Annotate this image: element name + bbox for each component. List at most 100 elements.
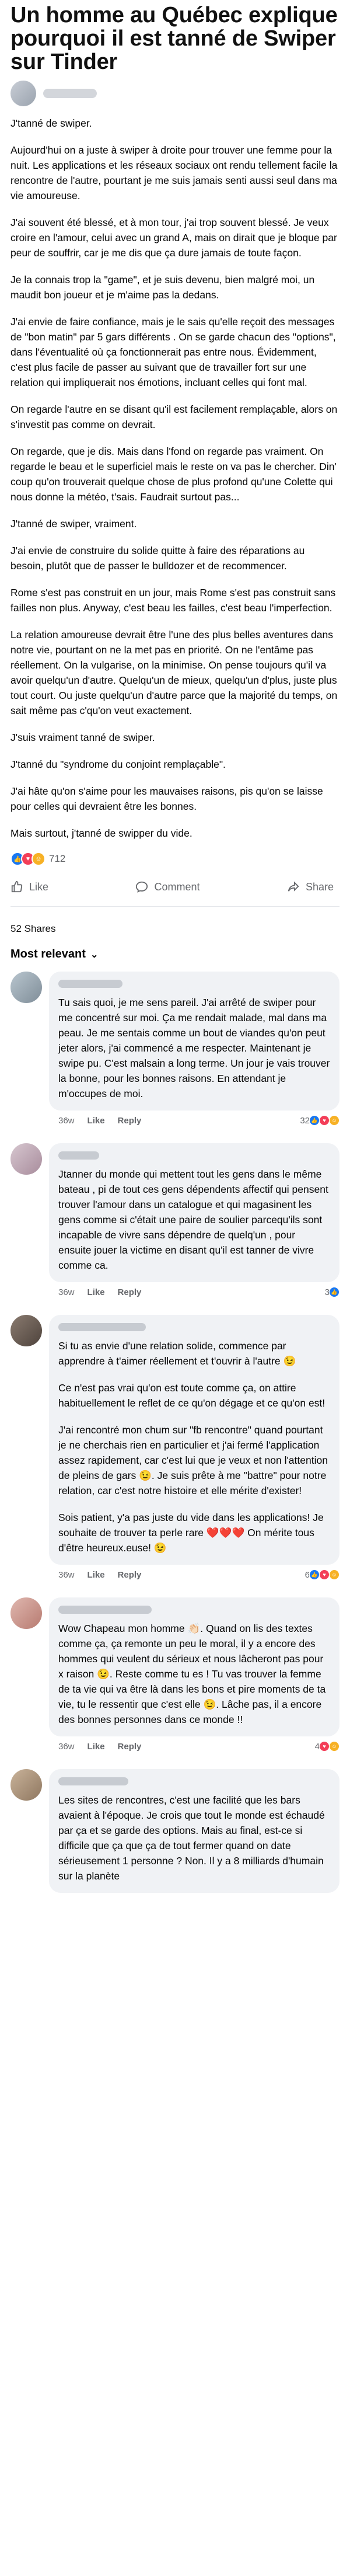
post-body: J'tanné de swiper. Aujourd'hui on a just… bbox=[10, 116, 340, 841]
commenter-avatar[interactable] bbox=[10, 1143, 42, 1175]
comment-bubble: Les sites de rencontres, c'est une facil… bbox=[49, 1769, 340, 1893]
comment-sort-dropdown[interactable]: Most relevant ⌄ bbox=[0, 948, 350, 961]
comment-bubble: Wow Chapeau mon homme 👏🏻. Quand on lis d… bbox=[49, 1597, 340, 1736]
post-paragraph: J'suis vraiment tanné de swiper. bbox=[10, 732, 155, 743]
comment-item: Tu sais quoi, je me sens pareil. J'ai ar… bbox=[10, 972, 340, 1126]
comment-text: Jtanner du monde qui mettent tout les ge… bbox=[58, 1167, 330, 1273]
commenter-avatar[interactable] bbox=[10, 1769, 42, 1801]
comments-list: Tu sais quoi, je me sens pareil. J'ai ar… bbox=[0, 972, 350, 1893]
comment-bubble: Si tu as envie d'une relation solide, co… bbox=[49, 1315, 340, 1565]
chevron-down-icon: ⌄ bbox=[90, 949, 99, 960]
haha-reaction-icon: ☺ bbox=[32, 852, 46, 866]
shares-count[interactable]: 52 Shares bbox=[0, 923, 350, 935]
comment-paragraph: J'ai rencontré mon chum sur "fb rencontr… bbox=[58, 1424, 328, 1496]
post-paragraph: On regarde, que je dis. Mais dans l'fond… bbox=[10, 445, 337, 503]
comment-age: 36w bbox=[58, 1115, 75, 1126]
comment-reply-button[interactable]: Reply bbox=[118, 1570, 142, 1580]
comment-item: Si tu as envie d'une relation solide, co… bbox=[10, 1315, 340, 1580]
comment-reply-button[interactable]: Reply bbox=[118, 1742, 142, 1752]
post-paragraph: On regarde l'autre en se disant qu'il es… bbox=[10, 403, 338, 430]
comment-age: 36w bbox=[58, 1741, 75, 1752]
comment-age: 36w bbox=[58, 1569, 75, 1580]
haha-reaction-icon: ☺ bbox=[329, 1741, 340, 1752]
comment-reactions[interactable]: 32 👍 ♥ ☺ bbox=[300, 1115, 340, 1126]
comment-reactions[interactable]: 3 👍 bbox=[325, 1287, 340, 1297]
like-reaction-icon: 👍 bbox=[329, 1287, 340, 1297]
commenter-avatar[interactable] bbox=[10, 972, 42, 1003]
commenter-name-redacted[interactable] bbox=[58, 980, 123, 988]
comment-button[interactable]: Comment bbox=[135, 880, 200, 893]
comment-meta: 36w Like Reply 3 👍 bbox=[49, 1287, 340, 1297]
post-paragraph: J'ai souvent été blessé, et à mon tour, … bbox=[10, 217, 337, 259]
comment-text: Wow Chapeau mon homme 👏🏻. Quand on lis d… bbox=[58, 1621, 330, 1727]
like-reaction-icon: 👍 bbox=[309, 1569, 320, 1580]
comment-reply-button[interactable]: Reply bbox=[118, 1287, 142, 1297]
comment-like-button[interactable]: Like bbox=[88, 1570, 105, 1580]
post-paragraph: J'tanné de swiper. bbox=[10, 117, 92, 129]
post-paragraph: Mais surtout, j'tanné de swipper du vide… bbox=[10, 827, 192, 839]
commenter-name-redacted[interactable] bbox=[58, 1606, 152, 1614]
page: Un homme au Québec explique pourquoi il … bbox=[0, 0, 350, 2576]
post-paragraph: J'ai envie de construire du solide quitt… bbox=[10, 545, 305, 572]
comment-like-button[interactable]: Like bbox=[88, 1116, 105, 1126]
comment-paragraph: Ce n'est pas vrai qu'on est toute comme … bbox=[58, 1382, 326, 1409]
post-paragraph: Aujourd'hui on a juste à swiper à droite… bbox=[10, 144, 338, 201]
commenter-name-redacted[interactable] bbox=[58, 1323, 146, 1331]
comment-age: 36w bbox=[58, 1287, 75, 1297]
commenter-name-redacted[interactable] bbox=[58, 1777, 128, 1785]
sort-label: Most relevant bbox=[10, 948, 86, 960]
comment-text: Si tu as envie d'une relation solide, co… bbox=[58, 1338, 330, 1555]
post-paragraph: Je la connais trop la "game", et je suis… bbox=[10, 274, 315, 301]
author-name-redacted[interactable] bbox=[43, 89, 97, 98]
comment-paragraph: Si tu as envie d'une relation solide, co… bbox=[58, 1340, 296, 1367]
post-paragraph: J'tanné du "syndrome du conjoint remplaç… bbox=[10, 758, 226, 770]
comment-like-button[interactable]: Like bbox=[88, 1287, 105, 1297]
comment-meta: 36w Like Reply 6 👍 ♥ ☺ bbox=[49, 1569, 340, 1580]
post-paragraph: J'tanné de swiper, vraiment. bbox=[10, 518, 137, 530]
comment-reactions[interactable]: 6 👍 ♥ ☺ bbox=[305, 1569, 340, 1580]
post-paragraph: Rome s'est pas construit en un jour, mai… bbox=[10, 587, 336, 614]
like-icon bbox=[11, 880, 23, 893]
comment-reaction-count: 32 bbox=[300, 1115, 310, 1126]
comment-item: Wow Chapeau mon homme 👏🏻. Quand on lis d… bbox=[10, 1597, 340, 1752]
divider bbox=[10, 906, 340, 907]
commenter-name-redacted[interactable] bbox=[58, 1151, 99, 1160]
author-avatar[interactable] bbox=[10, 81, 36, 106]
comment-item: Les sites de rencontres, c'est une facil… bbox=[10, 1769, 340, 1893]
comment-text: Les sites de rencontres, c'est une facil… bbox=[58, 1792, 330, 1884]
love-reaction-icon: ♥ bbox=[319, 1741, 330, 1752]
comment-bubble: Tu sais quoi, je me sens pareil. J'ai ar… bbox=[49, 972, 340, 1111]
comment-paragraph: Sois patient, y'a pas juste du vide dans… bbox=[58, 1512, 324, 1554]
comment-reply-button[interactable]: Reply bbox=[118, 1116, 142, 1126]
share-icon bbox=[288, 881, 299, 892]
reaction-count[interactable]: 712 bbox=[49, 853, 65, 865]
article-headline: Un homme au Québec explique pourquoi il … bbox=[10, 3, 338, 74]
like-button[interactable]: Like bbox=[10, 880, 48, 893]
post-paragraph: La relation amoureuse devrait être l'une… bbox=[10, 629, 338, 716]
comment-like-button[interactable]: Like bbox=[88, 1742, 105, 1752]
post-paragraph: J'ai hâte qu'on s'aime pour les mauvaise… bbox=[10, 785, 323, 812]
share-label: Share bbox=[305, 880, 334, 893]
post-author[interactable] bbox=[10, 81, 340, 106]
post-actions: Like Comment Share bbox=[10, 878, 340, 896]
post-paragraph: J'ai envie de faire confiance, mais je l… bbox=[10, 316, 336, 388]
post-card: J'tanné de swiper. Aujourd'hui on a just… bbox=[0, 81, 350, 907]
love-reaction-icon: ♥ bbox=[319, 1569, 330, 1580]
commenter-avatar[interactable] bbox=[10, 1597, 42, 1629]
comment-meta: 36w Like Reply 32 👍 ♥ ☺ bbox=[49, 1115, 340, 1126]
comment-paragraph: Les sites de rencontres, c'est une facil… bbox=[58, 1794, 325, 1882]
comment-text: Tu sais quoi, je me sens pareil. J'ai ar… bbox=[58, 995, 330, 1101]
comment-paragraph: Wow Chapeau mon homme 👏🏻. Quand on lis d… bbox=[58, 1623, 326, 1725]
haha-reaction-icon: ☺ bbox=[329, 1569, 340, 1580]
comment-paragraph: Tu sais quoi, je me sens pareil. J'ai ar… bbox=[58, 997, 330, 1099]
like-label: Like bbox=[29, 880, 49, 893]
commenter-avatar[interactable] bbox=[10, 1315, 42, 1346]
comment-meta: 36w Like Reply 4 ♥ ☺ bbox=[49, 1741, 340, 1752]
comment-paragraph: Jtanner du monde qui mettent tout les ge… bbox=[58, 1168, 328, 1271]
comment-reactions[interactable]: 4 ♥ ☺ bbox=[315, 1741, 340, 1752]
post-reactions[interactable]: 👍 ♥ ☺ 712 bbox=[10, 852, 340, 866]
comment-icon bbox=[136, 881, 148, 893]
comment-item: Jtanner du monde qui mettent tout les ge… bbox=[10, 1143, 340, 1297]
share-button[interactable]: Share bbox=[287, 880, 334, 893]
comment-bubble: Jtanner du monde qui mettent tout les ge… bbox=[49, 1143, 340, 1282]
